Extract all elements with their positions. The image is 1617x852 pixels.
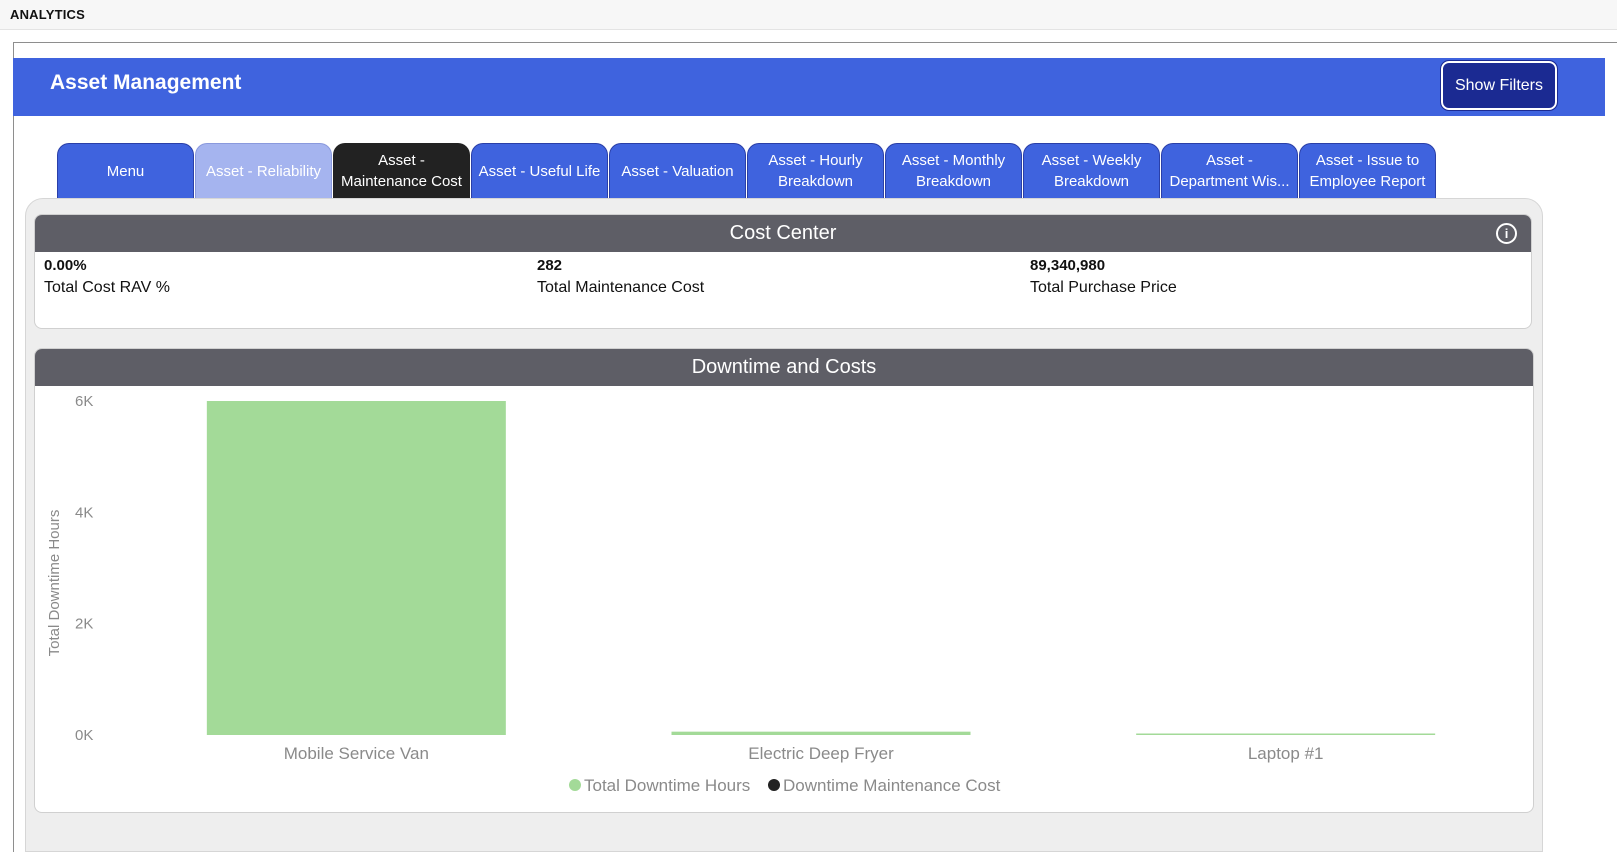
cost-center-panel: Cost Center i 0.00% Total Cost RAV % 282… — [34, 214, 1532, 329]
tab-asset-department-wis[interactable]: Asset - Department Wis... — [1161, 143, 1298, 198]
downtime-costs-title: Downtime and Costs — [691, 356, 877, 378]
y-axis-title: Total Downtime Hours — [46, 510, 63, 657]
y-tick-label: 4K — [75, 504, 93, 521]
content-area: Cost Center i 0.00% Total Cost RAV % 282… — [25, 198, 1543, 852]
bar-electric-deep-fryer — [671, 731, 971, 735]
info-icon[interactable]: i — [1496, 223, 1517, 244]
tab-asset-valuation[interactable]: Asset - Valuation — [609, 143, 746, 198]
legend-label: Total Downtime Hours — [584, 776, 750, 795]
downtime-costs-header: Downtime and Costs — [35, 349, 1533, 386]
kpi-value: 282 — [537, 257, 563, 274]
y-tick-label: 2K — [75, 616, 93, 633]
kpi-value: 89,340,980 — [1030, 257, 1106, 274]
cost-center-header: Cost Center i — [35, 215, 1531, 252]
tab-asset-issue-to-employee-report[interactable]: Asset - Issue to Employee Report — [1299, 143, 1436, 198]
app-title: ANALYTICS — [10, 7, 85, 22]
page-title: Asset Management — [50, 71, 242, 94]
kpi-value: 0.00% — [44, 257, 87, 274]
tab-asset-maintenance-cost[interactable]: Asset - Maintenance Cost — [333, 143, 470, 198]
show-filters-button[interactable]: Show Filters — [1440, 60, 1558, 111]
x-tick-label: Mobile Service Van — [284, 744, 429, 763]
kpi-label: Total Purchase Price — [1030, 279, 1177, 296]
chart-svg: 0K 2K 4K 6K Total Downtime Hours Mobile Servi… — [46, 393, 1436, 795]
downtime-chart: 0K 2K 4K 6K Total Downtime Hours Mobile Servi… — [35, 386, 1533, 812]
bar-mobile-service-van — [206, 401, 506, 735]
tab-menu[interactable]: Menu — [57, 143, 194, 198]
legend-label: Downtime Maintenance Cost — [783, 776, 1001, 795]
bar-laptop-1 — [1136, 733, 1436, 735]
top-bar: ANALYTICS — [0, 0, 1617, 30]
kpi-label: Total Cost RAV % — [44, 279, 170, 296]
kpi-total-maintenance-cost: 282 Total Maintenance Cost — [537, 257, 704, 297]
tab-asset-monthly-breakdown[interactable]: Asset - Monthly Breakdown — [885, 143, 1022, 198]
y-tick-label: 6K — [75, 393, 93, 410]
legend-marker — [569, 779, 581, 791]
legend-marker — [768, 779, 780, 791]
x-tick-label: Laptop #1 — [1248, 744, 1324, 763]
tab-asset-weekly-breakdown[interactable]: Asset - Weekly Breakdown — [1023, 143, 1160, 198]
page-header: Asset Management Show Filters — [13, 58, 1605, 116]
y-tick-label: 0K — [75, 727, 93, 744]
downtime-costs-panel: Downtime and Costs 0K 2K 4K 6K Total Downtim… — [34, 348, 1534, 813]
tab-asset-reliability[interactable]: Asset - Reliability — [195, 143, 332, 198]
cost-center-title: Cost Center — [729, 222, 837, 244]
x-tick-label: Electric Deep Fryer — [748, 744, 894, 763]
kpi-label: Total Maintenance Cost — [537, 279, 705, 296]
kpi-total-purchase-price: 89,340,980 Total Purchase Price — [1030, 257, 1177, 297]
kpi-total-cost-rav: 0.00% Total Cost RAV % — [44, 257, 170, 297]
tab-asset-hourly-breakdown[interactable]: Asset - Hourly Breakdown — [747, 143, 884, 198]
tab-asset-useful-life[interactable]: Asset - Useful Life — [471, 143, 608, 198]
